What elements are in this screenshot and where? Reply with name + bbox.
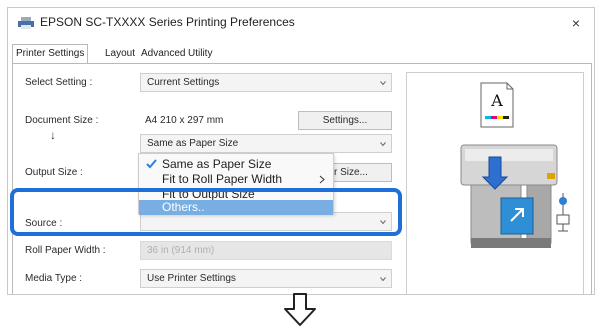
document-page-icon: A	[480, 82, 514, 128]
dropdown-item-label: Same as Paper Size	[162, 157, 272, 171]
source-highlight-box	[10, 188, 402, 236]
tab-printer-settings[interactable]: Printer Settings	[12, 44, 89, 64]
tab-utility[interactable]: Utility	[188, 48, 212, 59]
document-size-settings-button[interactable]: Settings...	[298, 111, 392, 130]
select-setting-value: Current Settings	[147, 77, 220, 88]
chevron-right-icon	[319, 175, 325, 184]
dropdown-item-fit-to-roll-paper-width[interactable]: Fit to Roll Paper Width	[139, 172, 333, 187]
select-setting-label: Select Setting :	[25, 77, 93, 88]
tab-advanced[interactable]: Advanced	[141, 48, 185, 59]
roll-paper-width-label: Roll Paper Width :	[25, 245, 106, 256]
printer-illustration: A	[460, 82, 570, 248]
title-bar: EPSON SC-TXXXX Series Printing Preferenc…	[8, 8, 594, 38]
down-arrow-indicator: ↓	[50, 128, 56, 142]
down-arrow-icon	[284, 293, 316, 326]
network-connection-icon	[556, 193, 570, 232]
large-format-printer-icon	[460, 144, 558, 248]
chevron-down-icon	[380, 142, 386, 147]
window-title: EPSON SC-TXXXX Series Printing Preferenc…	[40, 15, 295, 29]
dropdown-item-same-as-paper-size[interactable]: Same as Paper Size	[139, 157, 333, 172]
media-type-value: Use Printer Settings	[147, 273, 236, 284]
close-button[interactable]: ×	[566, 13, 586, 33]
media-type-combo[interactable]: Use Printer Settings	[140, 269, 392, 288]
chevron-down-icon	[380, 277, 386, 282]
dropdown-item-label: Fit to Roll Paper Width	[162, 172, 283, 186]
checkmark-icon	[146, 159, 157, 169]
roll-paper-width-value: 36 in (914 mm)	[147, 245, 215, 256]
roll-paper-width-combo: 36 in (914 mm)	[140, 241, 392, 260]
chevron-down-icon	[380, 81, 386, 86]
select-setting-combo[interactable]: Current Settings	[140, 73, 392, 92]
output-size-label: Output Size :	[25, 167, 83, 178]
output-size-select-combo[interactable]: Same as Paper Size	[140, 134, 392, 153]
document-size-value: A4 210 x 297 mm	[145, 115, 224, 126]
tab-layout[interactable]: Layout	[105, 48, 135, 59]
printer-app-icon	[18, 17, 34, 29]
page-letter: A	[490, 91, 503, 110]
media-type-label: Media Type :	[25, 273, 83, 284]
printing-preferences-window: EPSON SC-TXXXX Series Printing Preferenc…	[7, 7, 595, 295]
output-size-select-value: Same as Paper Size	[147, 138, 239, 149]
printer-preview-pane: A	[406, 72, 584, 294]
document-size-label: Document Size :	[25, 115, 99, 126]
